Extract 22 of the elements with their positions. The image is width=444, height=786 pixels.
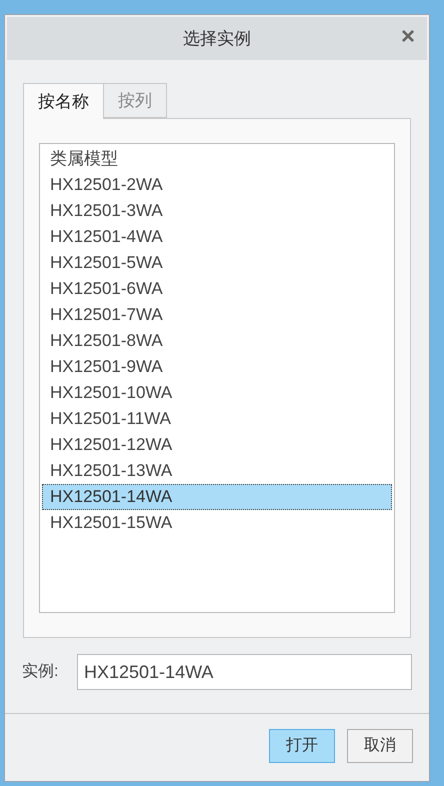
list-item[interactable]: HX12501-11WA [42,406,392,432]
list-item[interactable]: HX12501-9WA [42,354,392,380]
list-item[interactable]: HX12501-3WA [42,198,392,224]
list-item[interactable]: HX12501-8WA [42,328,392,354]
list-item[interactable]: HX12501-13WA [42,458,392,484]
list-item[interactable]: HX12501-10WA [42,380,392,406]
close-button[interactable]: × [400,25,415,49]
dialog-button[interactable]: 取消 [347,729,413,763]
list-item[interactable]: HX12501-12WA [42,432,392,458]
list-item[interactable]: HX12501-5WA [42,250,392,276]
list-item[interactable]: HX12501-7WA [42,302,392,328]
dialog-button[interactable]: 打开 [269,729,335,763]
list-item[interactable]: HX12501-6WA [42,276,392,302]
list-item[interactable]: HX12501-14WA [42,484,392,510]
window-title: 选择实例 [183,28,251,50]
tab[interactable]: 按名称 [23,83,104,119]
list-item[interactable]: HX12501-4WA [42,224,392,250]
list-item[interactable]: HX12501-2WA [42,172,392,198]
list-item[interactable]: HX12501-15WA [42,510,392,536]
instance-field[interactable]: HX12501-14WA [77,654,412,690]
list-item[interactable]: 类属模型 [42,146,392,172]
instance-label: 实例: [22,662,60,682]
